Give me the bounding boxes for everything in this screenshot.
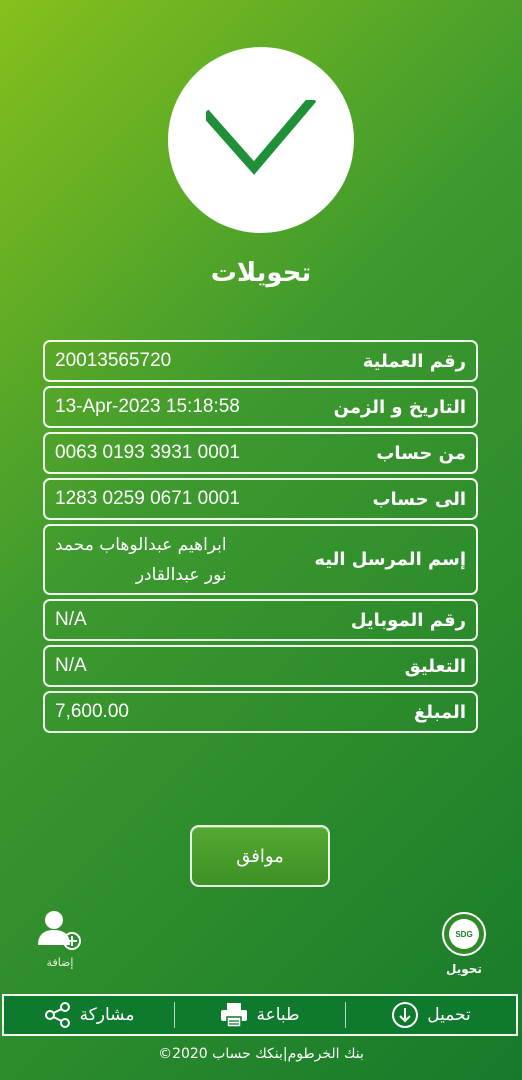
add-user-icon xyxy=(38,911,81,950)
comment-value: N/A xyxy=(55,655,87,676)
recipient-name-line-2: نور عبدالقادر xyxy=(135,564,227,585)
detail-row-amount: 7,600.00 المبلغ xyxy=(43,691,478,733)
new-transfer-button[interactable]: SDG تحويل xyxy=(432,912,496,976)
add-label: إضافة xyxy=(46,956,74,969)
printer-icon xyxy=(221,1003,248,1028)
add-beneficiary-button[interactable]: إضافة xyxy=(30,910,90,969)
from-account-value: 0063 0193 3931 0001 xyxy=(55,442,240,463)
detail-row-comment: N/A التعليق xyxy=(43,645,478,687)
detail-row-datetime: 13-Apr-2023 15:18:58 التاريخ و الزمن xyxy=(43,386,478,428)
check-icon xyxy=(206,100,316,175)
amount-label: المبلغ xyxy=(414,701,466,723)
comment-label: التعليق xyxy=(404,655,466,677)
recipient-name-value: ابراهيم عبدالوهاب محمد نور عبدالقادر xyxy=(55,530,227,590)
to-account-value: 1283 0259 0671 0001 xyxy=(55,488,240,509)
transaction-number-label: رقم العملية xyxy=(362,350,466,372)
detail-row-transaction-number: 20013565720 رقم العملية xyxy=(43,340,478,382)
share-button[interactable]: مشاركة xyxy=(4,1001,174,1029)
from-account-label: من حساب xyxy=(376,442,466,464)
sdg-badge-text: SDG xyxy=(449,919,479,949)
detail-row-to-account: 1283 0259 0671 0001 الى حساب xyxy=(43,478,478,520)
download-label: تحميل xyxy=(427,1005,471,1025)
mobile-label: رقم الموبايل xyxy=(350,609,466,631)
datetime-label: التاريخ و الزمن xyxy=(333,396,466,418)
copyright-footer: ©2020 بنك الخرطوم|بنكك حساب xyxy=(158,1046,364,1062)
mobile-value: N/A xyxy=(55,609,87,630)
ok-button[interactable]: موافق xyxy=(190,825,330,887)
download-button[interactable]: تحميل xyxy=(346,1001,516,1029)
detail-row-from-account: 0063 0193 3931 0001 من حساب xyxy=(43,432,478,474)
download-icon xyxy=(392,1002,419,1028)
share-label: مشاركة xyxy=(79,1005,135,1025)
recipient-name-label: إسم المرسل اليه xyxy=(314,549,466,570)
sdg-icon: SDG xyxy=(442,912,486,956)
detail-row-mobile: N/A رقم الموبايل xyxy=(43,599,478,641)
transaction-details: 20013565720 رقم العملية 13-Apr-2023 15:1… xyxy=(43,340,478,737)
print-button[interactable]: طباعة xyxy=(175,1002,345,1028)
detail-row-recipient-name: ابراهيم عبدالوهاب محمد نور عبدالقادر إسم… xyxy=(43,524,478,595)
to-account-label: الى حساب xyxy=(372,488,466,510)
page-title: تحويلات xyxy=(210,258,312,288)
recipient-name-line-1: ابراهيم عبدالوهاب محمد xyxy=(55,534,227,555)
success-badge xyxy=(168,47,354,233)
amount-value: 7,600.00 xyxy=(55,701,129,722)
transaction-number-value: 20013565720 xyxy=(55,350,172,371)
transfer-label: تحويل xyxy=(446,962,482,976)
datetime-value: 13-Apr-2023 15:18:58 xyxy=(55,396,240,417)
print-label: طباعة xyxy=(256,1005,300,1025)
action-bar: مشاركة طباعة تحميل xyxy=(2,994,518,1036)
share-icon xyxy=(44,1002,70,1028)
